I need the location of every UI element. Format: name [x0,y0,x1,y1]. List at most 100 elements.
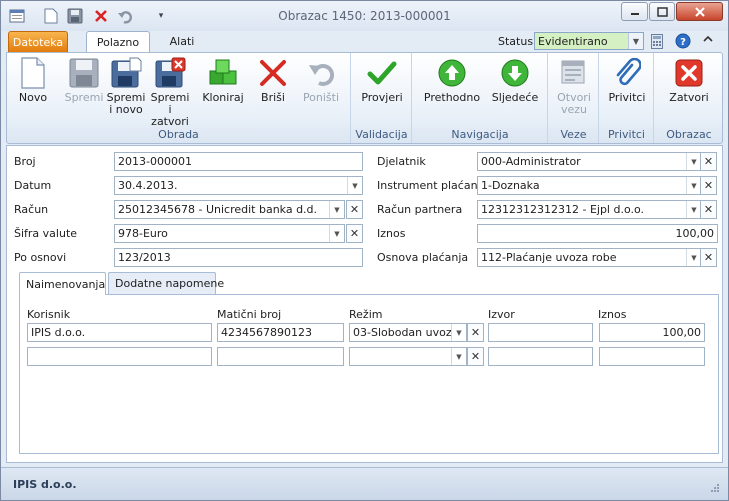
arrow-down-icon [499,57,531,89]
col-korisnik: Korisnik [27,308,71,321]
help-icon[interactable]: ? [675,33,691,52]
close-icon: ✕ [703,155,714,168]
novo-label: Novo [18,91,48,104]
close-icon: ✕ [470,326,481,339]
otvori-vezu-button[interactable]: Otvori vezu [553,57,595,116]
osnova-placanja-field[interactable]: 112-Plaćanje uvoza robe ▼ [477,248,702,267]
otvori-vezu-label-2: vezu [560,103,588,116]
sifra-valute-value: 978-Euro [118,227,168,240]
status-company: IPIS d.o.o. [13,478,77,491]
calculator-icon[interactable] [651,34,663,52]
chevron-down-icon[interactable]: ▼ [451,348,466,365]
row1-iznos: 100,00 [662,326,702,339]
row1-iznos-field[interactable]: 100,00 [599,323,705,342]
privitci-button[interactable]: Privitci [604,57,650,104]
group-label-obrada: Obrada [158,128,199,141]
status-select[interactable]: Evidentirano ▼ [534,32,644,50]
chevron-down-icon[interactable]: ▼ [686,201,701,218]
group-label-navigacija: Navigacija [451,128,509,141]
maximize-button[interactable] [649,2,675,21]
clone-icon [207,57,239,89]
row2-izvor-field[interactable] [488,347,593,366]
row2-maticni-field[interactable] [217,347,344,366]
row1-rezim: 03-Slobodan uvoz [353,326,452,339]
row1-maticni-field[interactable]: 4234567890123 [217,323,344,342]
chevron-down-icon[interactable]: ▼ [686,153,701,170]
row1-rezim-field[interactable]: 03-Slobodan uvoz ▼ [349,323,467,342]
row2-iznos-field[interactable] [599,347,705,366]
collapse-ribbon-icon[interactable] [703,34,713,47]
prethodno-button[interactable]: Prethodno [423,57,481,104]
racun-partnera-value: 12312312312312 - Ejpl d.o.o. [481,203,645,216]
prethodno-label: Prethodno [423,91,481,104]
tab-naimenovanja[interactable]: Naimenovanja [19,272,106,295]
po-osnovi-label: Po osnovi [14,251,67,264]
chevron-down-icon[interactable]: ▼ [686,249,701,266]
close-icon: ✕ [703,179,714,192]
row1-maticni: 4234567890123 [221,326,312,339]
sljedece-button[interactable]: Sljedeće [489,57,541,104]
broj-field[interactable]: 2013-000001 [114,152,363,171]
iznos-field[interactable]: 100,00 [477,224,718,243]
chevron-down-icon[interactable]: ▼ [347,177,362,194]
racun-field[interactable]: 25012345678 - Unicredit banka d.d. ▼ [114,200,345,219]
sljedece-label: Sljedeće [491,91,539,104]
spremi-i-zatvori-button[interactable]: Spremi i zatvori [148,57,192,128]
spremi-i-zatvori-label-2: zatvori [151,115,189,128]
provjeri-button[interactable]: Provjeri [358,57,406,104]
row2-rezim-field[interactable]: ▼ [349,347,467,366]
kloniraj-button[interactable]: Kloniraj [200,57,246,104]
zatvori-button[interactable]: Zatvori [665,57,713,104]
sifra-valute-field[interactable]: 978-Euro ▼ [114,224,345,243]
tab-dodatne-napomene[interactable]: Dodatne napomene [108,272,224,294]
title-bar: ▾ Obrazac 1450: 2013-000001 [1,1,728,31]
osnova-placanja-value: 112-Plaćanje uvoza robe [481,251,617,264]
iznos-label: Iznos [377,227,406,240]
group-obrazac: Zatvori Obrazac [655,53,723,143]
close-icon: ✕ [349,203,360,216]
djelatnik-field[interactable]: 000-Administrator ▼ [477,152,702,171]
chevron-down-icon[interactable]: ▼ [628,33,643,49]
minimize-button[interactable] [621,2,648,21]
datum-label: Datum [14,179,52,192]
spremi-i-novo-button[interactable]: Spremi i novo [105,57,147,116]
close-icon: ✕ [349,227,360,240]
row2-clear-rezim-button[interactable]: ✕ [467,347,484,366]
row2-korisnik-field[interactable] [27,347,212,366]
sifra-valute-label: Šifra valute [14,227,78,240]
row1-korisnik-field[interactable]: IPIS d.o.o. [27,323,212,342]
racun-partnera-field[interactable]: 12312312312312 - Ejpl d.o.o. ▼ [477,200,702,219]
row1-clear-rezim-button[interactable]: ✕ [467,323,484,342]
chevron-down-icon[interactable]: ▼ [686,177,701,194]
brisi-button[interactable]: Briši [253,57,293,104]
col-rezim: Režim [349,308,383,321]
datum-field[interactable]: 30.4.2013. ▼ [114,176,363,195]
resize-grip-icon[interactable] [710,483,720,496]
instrument-placanja-value: 1-Doznaka [481,179,540,192]
chevron-down-icon[interactable]: ▼ [451,324,466,341]
tab-alati[interactable]: Alati [157,31,207,52]
novo-button[interactable]: Novo [13,57,53,104]
instrument-placanja-field[interactable]: 1-Doznaka ▼ [477,176,702,195]
close-window-button[interactable] [676,2,723,21]
kloniraj-label: Kloniraj [202,91,244,104]
close-icon: ✕ [703,203,714,216]
clear-instrument-button[interactable]: ✕ [700,176,717,195]
tab-datoteka[interactable]: Datoteka [8,31,68,52]
tab-polazno[interactable]: Polazno [86,31,150,53]
chevron-down-icon[interactable]: ▼ [329,201,344,218]
ribbon: Novo Spremi Spremi i novo Spremi i zatvo… [6,52,723,144]
open-link-icon [558,57,590,89]
clear-racun-partnera-button[interactable]: ✕ [700,200,717,219]
row1-izvor-field[interactable] [488,323,593,342]
po-osnovi-field[interactable]: 123/2013 [114,248,363,267]
ribbon-tab-bar: Datoteka Polazno Alati Status Evidentira… [1,31,728,53]
clear-djelatnik-button[interactable]: ✕ [700,152,717,171]
clear-racun-button[interactable]: ✕ [346,200,363,219]
privitci-label: Privitci [608,91,646,104]
ponisti-button[interactable]: Poništi [299,57,343,104]
clear-sifra-valute-button[interactable]: ✕ [346,224,363,243]
chevron-down-icon[interactable]: ▼ [329,225,344,242]
clear-osnova-button[interactable]: ✕ [700,248,717,267]
spremi-button[interactable]: Spremi [64,57,104,104]
